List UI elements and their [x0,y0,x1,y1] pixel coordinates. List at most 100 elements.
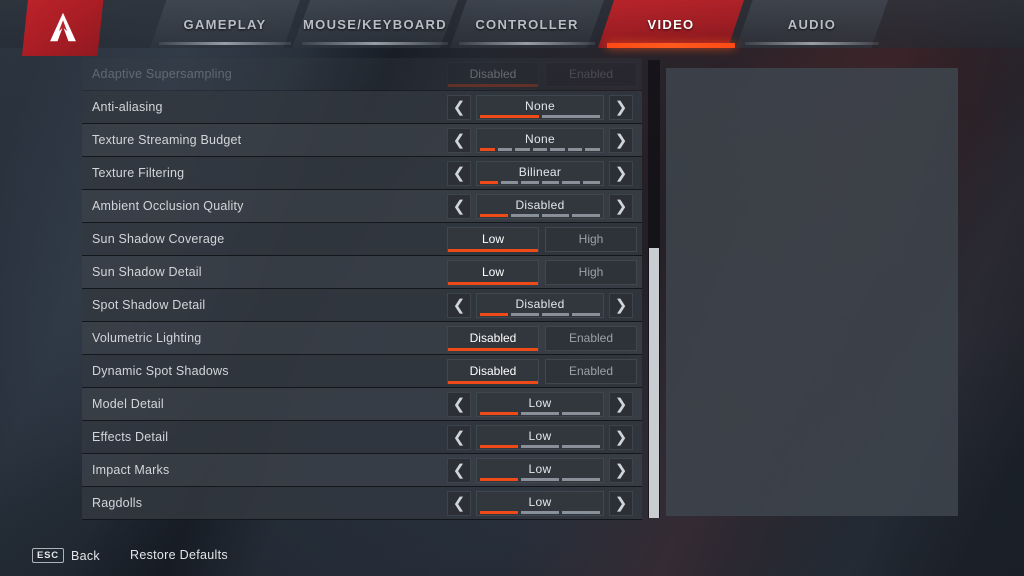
chevron-left-icon[interactable]: ❮ [447,160,471,186]
top-navigation-bar: GAMEPLAY MOUSE/KEYBOARD CONTROLLER VIDEO [0,0,1024,56]
stepper-control: ❮ Low ❯ [447,490,633,517]
level-segment [521,180,539,184]
stepper-control: ❮ Low ❯ [447,457,633,484]
chevron-right-icon[interactable]: ❯ [609,391,633,417]
setting-row[interactable]: Adaptive Supersampling Disabled Enabled [82,58,642,91]
tab-controller[interactable]: CONTROLLER [450,0,604,48]
tab-audio[interactable]: AUDIO [736,0,888,48]
settings-scrollbar[interactable] [648,60,660,518]
chevron-right-icon[interactable]: ❯ [609,127,633,153]
chevron-right-icon[interactable]: ❯ [609,424,633,450]
chevron-left-icon[interactable]: ❮ [447,457,471,483]
setting-control: Disabled Enabled [447,58,637,91]
toggle-option[interactable]: Low [447,259,539,285]
back-button[interactable]: ESC Back [32,548,100,563]
setting-row[interactable]: Texture Filtering ❮ Bilinear ❯ [82,157,642,190]
setting-value: Low [528,395,552,410]
setting-row[interactable]: Model Detail ❮ Low ❯ [82,388,642,421]
setting-label: Dynamic Spot Shadows [92,364,229,378]
setting-row[interactable]: Texture Streaming Budget ❮ None ❯ [82,124,642,157]
setting-row[interactable]: Sun Shadow Detail Low High [82,256,642,289]
level-segment [480,180,498,184]
setting-row[interactable]: Dynamic Spot Shadows Disabled Enabled [82,355,642,388]
chevron-right-icon[interactable]: ❯ [609,160,633,186]
setting-row[interactable]: Impact Marks ❮ Low ❯ [82,454,642,487]
stepper-body[interactable]: Low [476,490,604,516]
level-segment [510,312,539,316]
level-segments [480,147,601,151]
stepper-body[interactable]: Low [476,424,604,450]
stepper-body[interactable]: Low [476,457,604,483]
chevron-left-icon[interactable]: ❮ [447,193,471,219]
toggle-option[interactable]: Disabled [447,325,539,351]
toggle-control: Low High [447,226,637,252]
setting-row[interactable]: Ragdolls ❮ Low ❯ [82,487,642,520]
setting-control: Low High [447,223,637,256]
level-segment [497,147,513,151]
chevron-right-icon[interactable]: ❯ [609,457,633,483]
level-segment [562,477,600,481]
chevron-left-icon[interactable]: ❮ [447,94,471,120]
setting-label: Texture Streaming Budget [92,133,242,147]
level-segment [480,411,518,415]
scrollbar-thumb[interactable] [649,248,659,518]
setting-row[interactable]: Volumetric Lighting Disabled Enabled [82,322,642,355]
chevron-left-icon[interactable]: ❮ [447,127,471,153]
setting-row[interactable]: Ambient Occlusion Quality ❮ Disabled ❯ [82,190,642,223]
level-segment [541,213,570,217]
toggle-control: Disabled Enabled [447,358,637,384]
tab-label: VIDEO [647,16,695,32]
stepper-body[interactable]: None [476,127,604,153]
stepper-control: ❮ None ❯ [447,127,633,154]
tab-label: CONTROLLER [475,16,579,32]
toggle-option[interactable]: Disabled [447,358,539,384]
restore-defaults-button[interactable]: Restore Defaults [130,548,228,562]
toggle-option[interactable]: High [545,259,637,285]
tab-mouse-keyboard[interactable]: MOUSE/KEYBOARD [292,0,458,48]
stepper-body[interactable]: Disabled [476,292,604,318]
esc-key-badge: ESC [32,548,64,563]
chevron-left-icon[interactable]: ❮ [447,424,471,450]
toggle-option[interactable]: Enabled [545,358,637,384]
setting-row[interactable]: Anti-aliasing ❮ None ❯ [82,91,642,124]
stepper-body[interactable]: Disabled [476,193,604,219]
setting-control: ❮ Low ❯ [447,421,637,454]
chevron-right-icon[interactable]: ❯ [609,490,633,516]
chevron-right-icon[interactable]: ❯ [609,292,633,318]
setting-row[interactable]: Effects Detail ❮ Low ❯ [82,421,642,454]
tab-gameplay[interactable]: GAMEPLAY [150,0,300,48]
chevron-right-icon[interactable]: ❯ [609,94,633,120]
video-settings-list[interactable]: Adaptive Supersampling Disabled Enabled Ant… [82,58,642,520]
toggle-control: Low High [447,259,637,285]
chevron-right-icon[interactable]: ❯ [609,193,633,219]
level-segment [480,114,539,118]
tab-underline [745,42,879,45]
setting-control: ❮ Bilinear ❯ [447,157,637,190]
toggle-option[interactable]: Disabled [447,61,539,87]
chevron-left-icon[interactable]: ❮ [447,391,471,417]
stepper-control: ❮ Disabled ❯ [447,292,633,319]
chevron-left-icon[interactable]: ❮ [447,490,471,516]
toggle-option[interactable]: Enabled [545,325,637,351]
tab-underline [159,42,291,45]
level-segment [541,312,570,316]
toggle-option[interactable]: Enabled [545,61,637,87]
setting-row[interactable]: Sun Shadow Coverage Low High [82,223,642,256]
setting-label: Effects Detail [92,430,169,444]
chevron-left-icon[interactable]: ❮ [447,292,471,318]
tab-video[interactable]: VIDEO [598,0,744,48]
toggle-option[interactable]: Low [447,226,539,252]
apex-legends-logo-icon [22,0,104,56]
restore-defaults-label: Restore Defaults [130,548,228,562]
level-segment [521,411,559,415]
toggle-control: Disabled Enabled [447,325,637,351]
stepper-body[interactable]: Low [476,391,604,417]
setting-row[interactable]: Spot Shadow Detail ❮ Disabled ❯ [82,289,642,322]
stepper-body[interactable]: Bilinear [476,160,604,186]
setting-label: Texture Filtering [92,166,185,180]
toggle-option[interactable]: High [545,226,637,252]
stepper-body[interactable]: None [476,94,604,120]
level-segment [562,510,600,514]
setting-label: Anti-aliasing [92,100,163,114]
setting-control: ❮ Disabled ❯ [447,190,637,223]
